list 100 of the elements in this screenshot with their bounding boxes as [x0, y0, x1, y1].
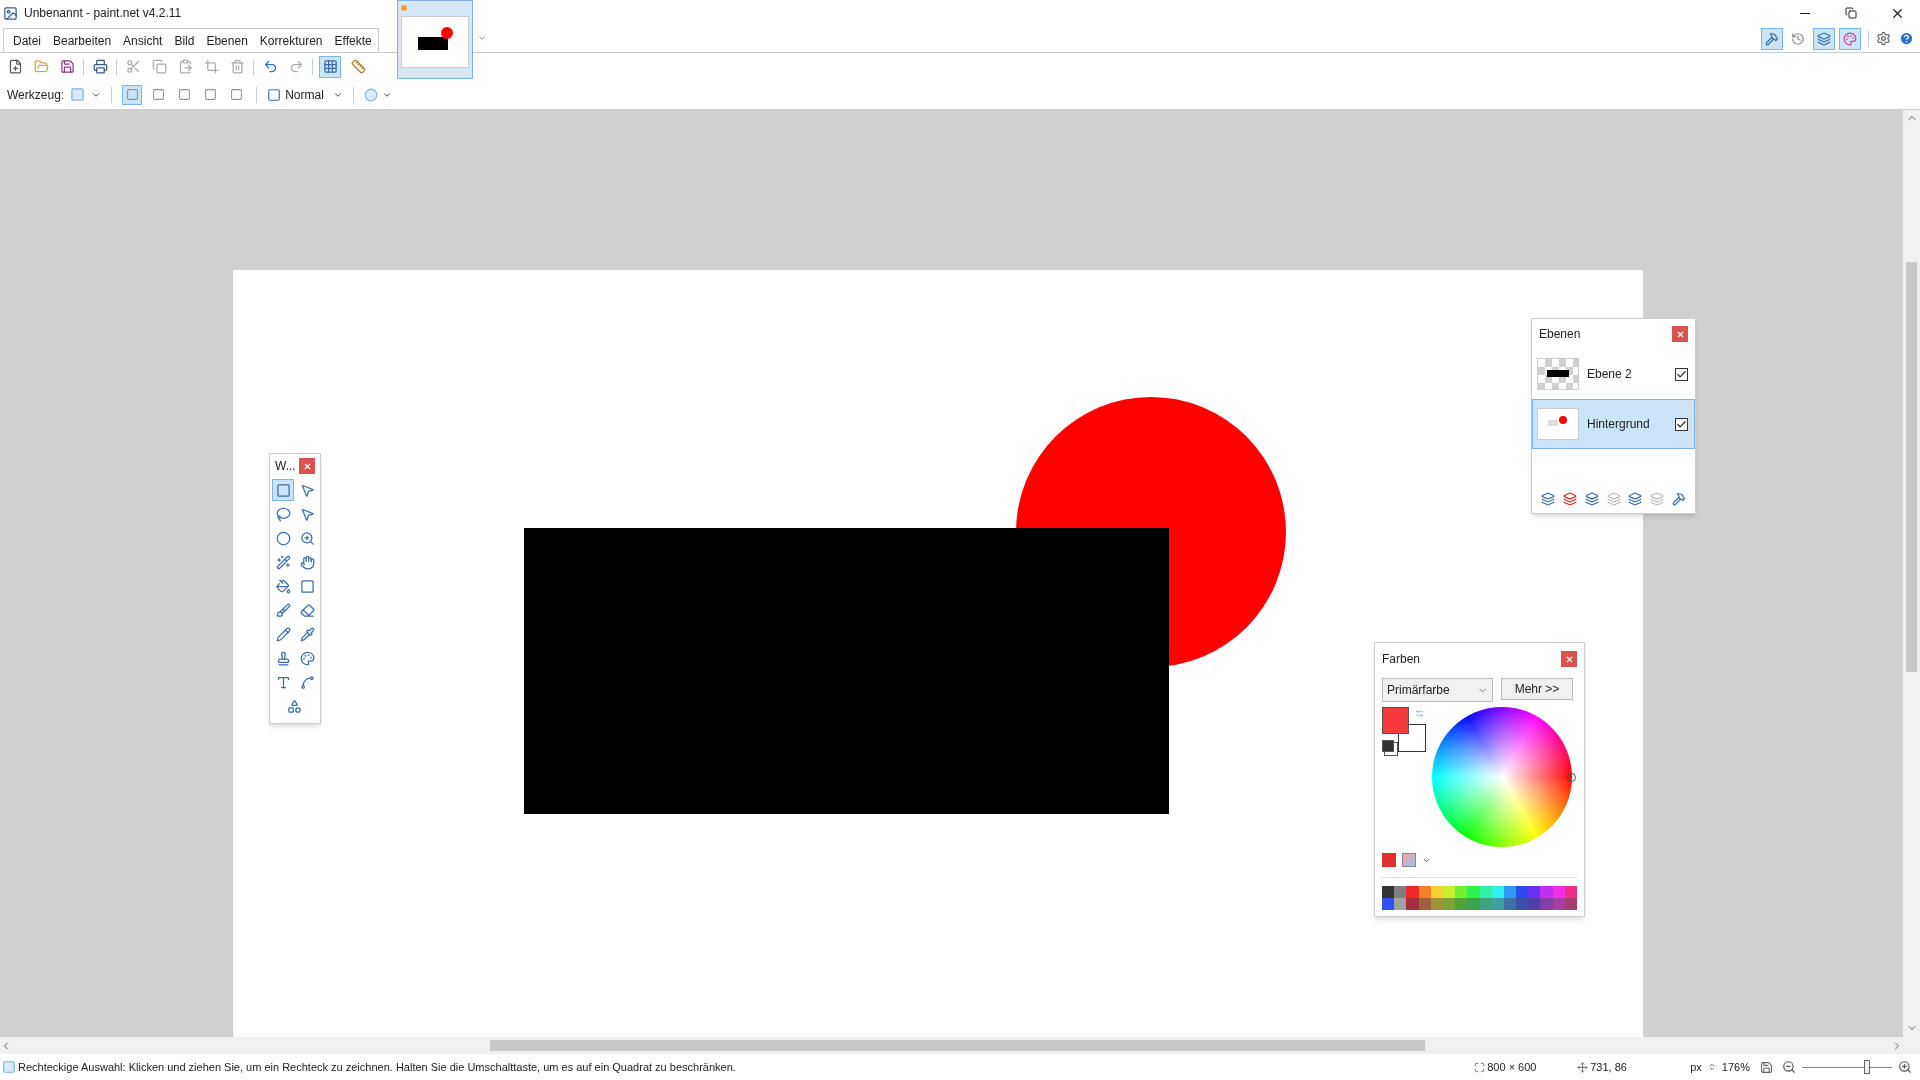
window-toggle-button[interactable]	[1839, 27, 1861, 50]
palette-swatch[interactable]	[1516, 886, 1529, 898]
eraser-icon	[299, 602, 315, 618]
close-button[interactable]	[299, 458, 315, 474]
magnifier-icon	[299, 530, 315, 546]
palette-swatch[interactable]	[1528, 898, 1541, 910]
layer-thumbnail	[1537, 408, 1579, 440]
palette-swatch[interactable]	[1406, 886, 1419, 898]
selection-mode-icon	[125, 88, 139, 101]
shapes-icon	[286, 698, 302, 714]
scissors-icon	[125, 59, 141, 74]
stamp-icon	[275, 650, 291, 666]
visibility-checkbox[interactable]	[1675, 417, 1688, 431]
close-button[interactable]	[1672, 326, 1688, 342]
layer-name: Ebene 2	[1587, 366, 1633, 383]
menu-item[interactable]: Bearbeiten	[47, 29, 118, 52]
help-icon[interactable]	[1899, 31, 1914, 46]
palette-swatch[interactable]	[1540, 886, 1553, 898]
antialias-dropdown[interactable]	[364, 87, 393, 102]
close-icon	[302, 461, 312, 471]
zoom-slider[interactable]	[1802, 1060, 1892, 1074]
tool-button[interactable]	[272, 479, 294, 501]
visibility-checkbox[interactable]	[1675, 367, 1688, 381]
palette-icon	[299, 650, 315, 666]
brush-icon	[275, 602, 291, 618]
magic-wand-icon	[275, 554, 291, 570]
menu-item[interactable]: Korrekturen	[253, 29, 329, 52]
settings-icon[interactable]	[1876, 31, 1891, 46]
menu-item[interactable]: Ansicht	[117, 29, 169, 52]
pointer-icon	[299, 482, 315, 498]
layer-name: Hintergrund	[1587, 416, 1651, 433]
selection-mode-icon	[203, 88, 217, 101]
layer-row[interactable]: Ebene 2	[1532, 349, 1695, 399]
palette-menu-icon[interactable]	[1402, 853, 1416, 867]
menu-item[interactable]: Effekte	[328, 29, 378, 52]
swap-icon[interactable]	[1415, 709, 1424, 718]
trash-icon	[229, 59, 245, 74]
redo-icon	[288, 59, 304, 74]
window-title: Farben	[1382, 651, 1421, 668]
grid-toggle-button[interactable]	[319, 55, 341, 78]
window-title: W...	[275, 458, 296, 475]
palette-swatch[interactable]	[1467, 898, 1480, 910]
image-size-icon	[1474, 1061, 1486, 1073]
dashed-square-icon	[70, 87, 86, 102]
text-icon	[275, 674, 291, 690]
restore-icon	[1845, 7, 1857, 19]
zoom-out-icon[interactable]	[1782, 1060, 1796, 1074]
menu-item[interactable]: Datei	[7, 29, 47, 52]
tab-list-icon[interactable]	[477, 33, 487, 43]
ruler-icon	[350, 59, 366, 74]
palette-swatch[interactable]	[1516, 898, 1529, 910]
close-icon	[1675, 329, 1685, 339]
caret-icon	[1707, 1063, 1716, 1071]
save-icon	[59, 59, 75, 74]
curve-icon	[299, 674, 315, 690]
window-title: Ebenen	[1539, 326, 1581, 343]
new-file-icon	[7, 59, 23, 74]
zoom-value[interactable]: 176%	[1721, 1058, 1750, 1076]
crop-icon	[203, 59, 219, 74]
undo-icon	[262, 59, 278, 74]
document-thumbnail	[401, 16, 469, 68]
palette-swatch[interactable]	[1382, 898, 1395, 910]
palette-swatch[interactable]	[1455, 886, 1468, 898]
layer-row[interactable]: Hintergrund	[1532, 399, 1695, 449]
window-toggle-button[interactable]	[1761, 27, 1783, 50]
menu-item[interactable]: Ebenen	[200, 29, 254, 52]
zoom-in-icon[interactable]	[1898, 1060, 1912, 1074]
palette-swatch[interactable]	[1382, 886, 1395, 898]
primary-color-swatch[interactable]	[1382, 707, 1409, 734]
hand-icon	[299, 554, 315, 570]
folder-icon	[33, 59, 49, 74]
tool-dropdown[interactable]	[70, 87, 102, 102]
palette-swatch[interactable]	[1540, 898, 1553, 910]
close-button[interactable]	[1561, 651, 1577, 667]
palette-swatch[interactable]	[1406, 898, 1419, 910]
palette-swatch[interactable]	[1394, 898, 1407, 910]
paint-bucket-icon	[275, 578, 291, 594]
palette-swatch[interactable]	[1528, 886, 1541, 898]
copy-icon	[151, 59, 167, 74]
more-button[interactable]: Mehr >>	[1501, 678, 1573, 700]
blend-mode-dropdown[interactable]: Normal	[267, 85, 344, 104]
window-toggle-button[interactable]	[1813, 27, 1835, 50]
palette-swatch[interactable]	[1467, 886, 1480, 898]
cursor-position-icon	[1577, 1061, 1589, 1073]
vertical-scrollbar[interactable]	[1903, 110, 1920, 1054]
palette-swatch[interactable]	[1394, 886, 1407, 898]
slider-thumb[interactable]	[1863, 1060, 1870, 1074]
color-target-dropdown[interactable]: Primärfarbe	[1382, 678, 1493, 702]
document-tab[interactable]	[397, 0, 473, 79]
selection-mode-button[interactable]	[122, 84, 143, 105]
layers-icon	[1817, 31, 1831, 46]
unit-dropdown[interactable]: px	[1690, 1058, 1716, 1076]
app-icon	[3, 5, 18, 21]
add-palette-color-icon[interactable]	[1382, 853, 1396, 867]
dashed-square-icon	[275, 482, 291, 498]
selection-mode-icon	[151, 88, 165, 101]
palette-swatch[interactable]	[1455, 898, 1468, 910]
selection-icon	[2, 1060, 16, 1074]
horizontal-scrollbar[interactable]	[0, 1037, 1903, 1054]
menu-item[interactable]: Bild	[168, 29, 201, 52]
